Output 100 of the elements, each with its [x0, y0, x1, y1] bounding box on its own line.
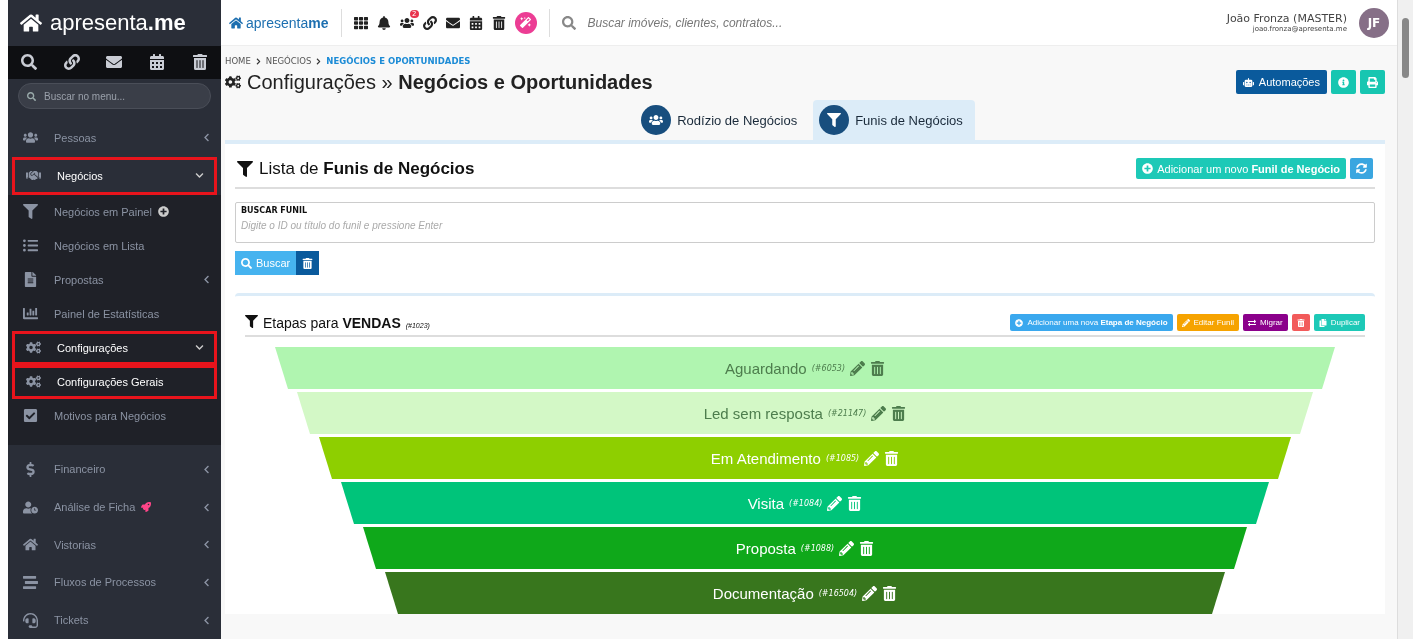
breadcrumb-link[interactable]: NEGÓCIOS: [265, 56, 312, 66]
delete-button[interactable]: [1291, 314, 1310, 331]
menu-search-field[interactable]: Buscar no menu...: [18, 83, 211, 110]
funnel-title: Etapas para VENDAS: [263, 314, 401, 331]
trash-icon: [302, 257, 314, 269]
global-search-field[interactable]: Buscar imóveis, clientes, contratos...: [585, 14, 906, 31]
rocket-icon: [141, 502, 152, 513]
sidebar-item[interactable]: Negócios em Lista: [8, 228, 221, 263]
pencil-icon: [850, 360, 866, 376]
pencil-icon: [839, 540, 855, 556]
pencil-icon: [871, 405, 887, 421]
info-icon: [1338, 76, 1349, 88]
search-input[interactable]: Buscar no menu...: [42, 89, 192, 103]
card-title: Lista de Funis de Negócios: [259, 158, 475, 179]
add-icon[interactable]: [157, 206, 169, 218]
stage-name: Led sem resposta: [703, 404, 823, 422]
robot-icon: [1242, 76, 1254, 88]
edit-button[interactable]: [871, 405, 887, 421]
stage-id: (#6053): [811, 363, 846, 373]
user-name: João Fronza (MASTER): [1226, 12, 1347, 25]
sidebar-item[interactable]: Configurações Gerais: [12, 364, 217, 399]
people-icon[interactable]: [399, 15, 414, 30]
search-icon: [561, 15, 576, 30]
filter-icon: [819, 105, 850, 135]
edit-button[interactable]: [850, 360, 866, 376]
funnel-search-field[interactable]: BUSCAR FUNIL Digite o ID ou título do funil e pressione Enter: [235, 202, 1375, 243]
tab[interactable]: Rodízio de Negócios: [635, 100, 810, 140]
trash-icon: [891, 405, 907, 421]
mail-icon[interactable]: [106, 54, 123, 71]
delete-button[interactable]: [882, 585, 898, 601]
pencil-icon: [862, 585, 878, 601]
calendar-icon[interactable]: [149, 54, 166, 71]
clear-button[interactable]: [296, 251, 320, 275]
sidebar-item[interactable]: Painel de Estatísticas: [8, 296, 221, 331]
sidebar-item[interactable]: Financeiro: [8, 450, 221, 489]
migrate-button[interactable]: Migrar: [1243, 314, 1288, 331]
field-label: BUSCAR FUNIL: [241, 206, 309, 215]
printer-icon: [1367, 76, 1378, 88]
search-icon[interactable]: [21, 54, 38, 71]
sidebar-item[interactable]: Propostas: [8, 262, 221, 297]
stage-id: (#21147): [827, 408, 867, 418]
trash-icon: [859, 540, 875, 556]
stage-name: Visita: [747, 494, 785, 512]
scrollbar-thumb[interactable]: [1402, 18, 1409, 78]
sidebar-item[interactable]: Pessoas: [8, 119, 221, 157]
trash-icon[interactable]: [491, 15, 506, 30]
magic-wand-icon[interactable]: [514, 11, 537, 34]
trash-icon: [882, 585, 898, 601]
calendar-icon[interactable]: [468, 15, 483, 30]
sidebar-item[interactable]: Vistorias: [8, 525, 221, 564]
automations-button[interactable]: Automações: [1235, 70, 1327, 94]
stage-id: (#1085): [825, 453, 860, 463]
refresh-button[interactable]: [1350, 158, 1373, 179]
edit-button[interactable]: [839, 540, 855, 556]
trash-icon: [884, 450, 900, 466]
stage-name: Em Atendimento: [710, 449, 821, 467]
trash-icon: [1296, 318, 1305, 327]
edit-button[interactable]: [862, 585, 878, 601]
sidebar-item[interactable]: Configurações: [12, 330, 217, 365]
link-icon[interactable]: [422, 15, 437, 30]
user-avatar[interactable]: JF: [1359, 7, 1389, 38]
trash-icon[interactable]: [191, 54, 208, 71]
breadcrumb-link[interactable]: HOME: [225, 56, 251, 66]
filter-icon: [245, 314, 258, 328]
tab[interactable]: Funis de Negócios: [813, 100, 975, 140]
delete-button[interactable]: [891, 405, 907, 421]
sidebar-item[interactable]: Motivos para Negócios: [8, 398, 221, 433]
grid-icon[interactable]: [353, 15, 368, 30]
stage-id: (#1084): [789, 498, 823, 508]
stage-name: Documentação: [712, 584, 814, 602]
stage-name: Proposta: [735, 539, 796, 557]
logo-icon: [229, 15, 243, 30]
copy-icon: [1318, 318, 1327, 327]
delete-button[interactable]: [870, 360, 886, 376]
pencil-icon: [1181, 318, 1190, 327]
logo: apresentame: [229, 8, 342, 37]
refresh-icon: [1356, 163, 1367, 174]
pencil-icon: [864, 450, 880, 466]
sidebar-item[interactable]: Fluxos de Processos: [8, 563, 221, 602]
stage-id: (#16504): [818, 588, 858, 598]
stage-name: Aguardando: [724, 359, 807, 377]
breadcrumb-link[interactable]: NEGÓCIOS E OPORTUNIDADES: [326, 56, 471, 66]
filter-icon: [237, 160, 253, 177]
page-title: Configurações » Negócios e Oportunidades: [247, 70, 653, 94]
gears-icon: [225, 74, 241, 90]
bell-icon[interactable]: [376, 15, 391, 30]
link-icon[interactable]: [63, 54, 80, 71]
sidebar-item[interactable]: Negócios: [12, 156, 217, 195]
mail-icon[interactable]: [445, 15, 460, 30]
logo: apresenta.me: [8, 0, 221, 46]
logo-icon: [20, 11, 42, 34]
sidebar-item[interactable]: Análise de Ficha: [8, 488, 221, 526]
sidebar-item[interactable]: Negócios em Painel: [8, 194, 221, 229]
chevron-right-icon: [254, 57, 262, 65]
chevron-right-icon: [315, 57, 323, 65]
add-icon: [1142, 163, 1154, 174]
people-icon: [641, 105, 672, 135]
sidebar-item[interactable]: Tickets: [8, 601, 221, 639]
add-icon: [1015, 318, 1024, 327]
delete-button[interactable]: [859, 540, 875, 556]
